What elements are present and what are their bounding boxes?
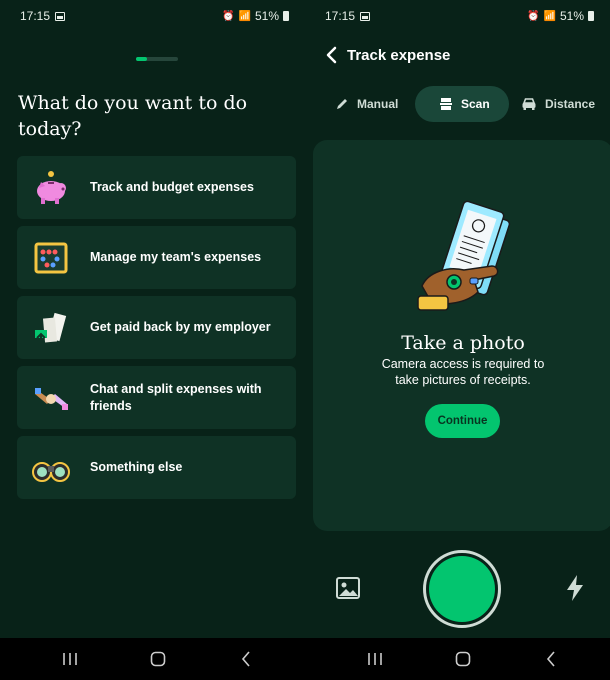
car-icon — [522, 98, 536, 110]
back-arrow-icon — [546, 651, 555, 667]
image-icon — [336, 577, 360, 599]
option-manage-team[interactable]: Manage my team's expenses — [17, 226, 296, 289]
battery-percent: 51% — [559, 9, 584, 23]
option-label: Chat and split expenses with friends — [90, 381, 262, 413]
system-nav-bar — [0, 638, 305, 680]
chevron-left-icon — [326, 46, 337, 64]
page-title: Track expense — [347, 47, 451, 64]
scan-icon — [440, 98, 452, 110]
alarm-icon: ⏰ — [222, 10, 235, 22]
status-time: 17:15 — [325, 9, 356, 23]
tab-label: Distance — [545, 97, 596, 111]
tab-label: Scan — [461, 97, 490, 111]
camera-controls — [305, 548, 610, 628]
home-button[interactable] — [451, 648, 475, 670]
status-bar: 17:15 ⏰ 📶 51% — [305, 0, 610, 30]
status-time: 17:15 — [20, 9, 51, 23]
option-paid-back[interactable]: Get paid back by my employer — [17, 296, 296, 359]
battery-icon — [588, 11, 594, 21]
receipts-arrow-icon — [35, 312, 67, 344]
system-back-button[interactable] — [539, 648, 563, 670]
recent-apps-button[interactable] — [363, 648, 387, 670]
image-notification-icon — [360, 11, 371, 21]
binoculars-icon — [32, 461, 70, 482]
recent-apps-icon — [368, 653, 382, 665]
option-label: Track and budget expenses — [90, 180, 254, 194]
option-label: Something else — [90, 460, 183, 474]
piggy-bank-icon — [37, 170, 66, 204]
home-button[interactable] — [146, 648, 170, 670]
shutter-button[interactable] — [423, 550, 501, 628]
image-notification-icon — [55, 11, 66, 21]
gallery-button[interactable] — [335, 576, 361, 600]
home-icon — [150, 651, 166, 667]
panel-title: Take a photo — [401, 332, 525, 354]
option-label: Get paid back by my employer — [90, 320, 271, 334]
option-split-friends[interactable]: Chat and split expenses with friends — [17, 366, 296, 429]
option-track-budget[interactable]: Track and budget expenses — [17, 156, 296, 219]
flash-icon — [567, 575, 583, 601]
mode-tabs: Manual Scan Distance — [305, 86, 610, 122]
back-arrow-icon — [241, 651, 250, 667]
option-something-else[interactable]: Something else — [17, 436, 296, 499]
option-label: Manage my team's expenses — [90, 250, 262, 264]
abacus-icon — [34, 242, 68, 273]
recent-apps-icon — [63, 653, 77, 665]
alarm-icon: ⏰ — [527, 10, 540, 22]
onboarding-progress — [136, 57, 178, 61]
handshake-icon — [35, 387, 68, 410]
panel-description: Camera access is required to take pictur… — [381, 357, 545, 387]
tab-label: Manual — [357, 97, 399, 111]
system-nav-bar — [305, 638, 610, 680]
system-back-button[interactable] — [234, 648, 258, 670]
receipt-photo-illustration — [417, 200, 511, 311]
wifi-signal-icon: 📶 — [543, 10, 556, 22]
battery-percent: 51% — [254, 9, 279, 23]
scan-panel: Take a photo Camera access is required t… — [313, 140, 610, 531]
tab-manual[interactable]: Manual — [335, 86, 407, 122]
recent-apps-button[interactable] — [58, 648, 82, 670]
flash-button[interactable] — [563, 574, 587, 602]
tab-scan[interactable]: Scan — [415, 86, 509, 122]
onboarding-screen: 17:15 ⏰ 📶 51% What do you want to do tod… — [0, 0, 305, 638]
wifi-signal-icon: 📶 — [238, 10, 251, 22]
battery-icon — [283, 11, 289, 21]
continue-button[interactable]: Continue — [425, 404, 500, 438]
shutter-inner — [429, 556, 495, 622]
onboarding-progress-fill — [136, 57, 147, 61]
pencil-icon — [337, 99, 347, 109]
page-title: What do you want to do today? — [18, 92, 248, 140]
track-expense-screen: 17:15 ⏰ 📶 51% Track expense Manual Scan … — [305, 0, 610, 638]
back-button[interactable] — [322, 45, 340, 65]
status-bar: 17:15 ⏰ 📶 51% — [0, 0, 305, 30]
tab-distance[interactable]: Distance — [517, 86, 597, 122]
home-icon — [455, 651, 471, 667]
